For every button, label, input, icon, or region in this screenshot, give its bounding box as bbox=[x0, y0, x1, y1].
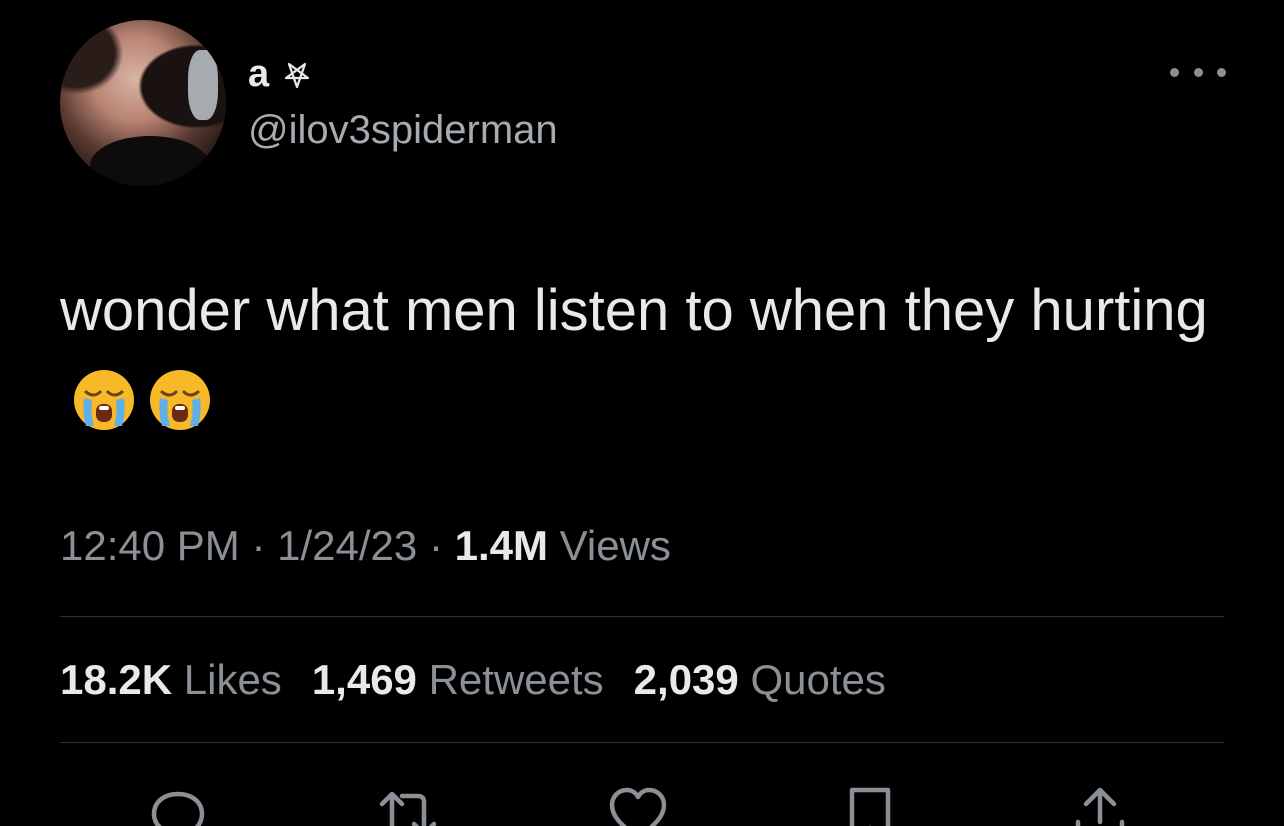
more-options-icon[interactable] bbox=[1170, 60, 1226, 84]
tweet-text: wonder what men listen to when they hurt… bbox=[60, 265, 1210, 449]
tweet-text-body: wonder what men listen to when they hurt… bbox=[60, 278, 1208, 343]
user-handle[interactable]: @ilov3spiderman bbox=[248, 108, 558, 153]
tweet-meta: 12:40 PM · 1/24/23 · 1.4M Views bbox=[60, 522, 671, 570]
pentagram-icon bbox=[285, 62, 310, 89]
views-count: 1.4M bbox=[454, 522, 548, 569]
retweets-label: Retweets bbox=[428, 656, 604, 703]
more-dot bbox=[1193, 67, 1203, 77]
retweet-icon[interactable] bbox=[376, 782, 440, 826]
avatar[interactable] bbox=[60, 20, 226, 186]
more-dot bbox=[1170, 67, 1179, 77]
like-icon[interactable] bbox=[606, 782, 670, 826]
meta-separator: · bbox=[251, 522, 266, 569]
reply-icon[interactable] bbox=[146, 782, 210, 826]
retweets-count: 1,469 bbox=[311, 656, 417, 703]
quotes-count: 2,039 bbox=[633, 656, 739, 703]
quotes-stat[interactable]: 2,039 Quotes bbox=[634, 656, 886, 704]
more-dot bbox=[1217, 67, 1226, 77]
meta-separator: · bbox=[428, 522, 443, 569]
bookmark-icon[interactable] bbox=[838, 782, 902, 826]
action-bar bbox=[0, 770, 1284, 826]
quotes-label: Quotes bbox=[750, 656, 886, 703]
display-name-text: a bbox=[248, 52, 270, 95]
likes-stat[interactable]: 18.2K Likes bbox=[60, 656, 282, 704]
divider bbox=[60, 616, 1224, 617]
avatar-background-light bbox=[188, 50, 218, 120]
retweets-stat[interactable]: 1,469 Retweets bbox=[312, 656, 604, 704]
loudly-crying-face-emoji bbox=[74, 370, 134, 430]
views-label: Views bbox=[559, 522, 671, 569]
tweet-detail: a @ilov3spiderman wonder what men listen… bbox=[0, 0, 1284, 826]
loudly-crying-face-emoji bbox=[150, 370, 210, 430]
share-icon[interactable] bbox=[1068, 782, 1132, 826]
divider bbox=[60, 742, 1224, 743]
tweet-time[interactable]: 12:40 PM bbox=[60, 522, 240, 569]
tweet-date[interactable]: 1/24/23 bbox=[277, 522, 417, 569]
tweet-stats: 18.2K Likes 1,469 Retweets 2,039 Quotes bbox=[60, 656, 886, 704]
likes-label: Likes bbox=[183, 656, 282, 703]
likes-count: 18.2K bbox=[60, 656, 173, 703]
display-name[interactable]: a bbox=[248, 52, 313, 96]
